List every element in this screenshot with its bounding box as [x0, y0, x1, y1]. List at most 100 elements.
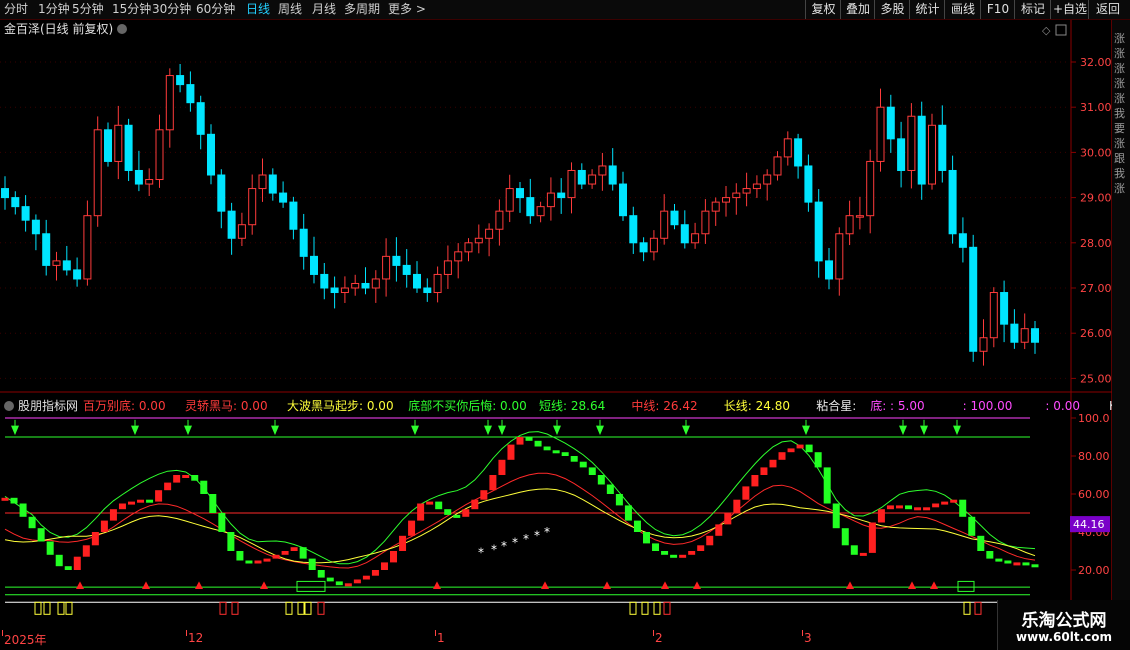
oscillator-bar [55, 554, 63, 567]
candle-body [413, 273, 421, 289]
star-marker: * [523, 532, 529, 546]
indicator-value-label: 中线: 26.42 [631, 398, 697, 413]
period-tab[interactable]: 30分钟 [152, 2, 191, 17]
oscillator-bar [543, 446, 551, 451]
oscillator-bar [941, 501, 949, 505]
oscillator-bar [308, 558, 316, 570]
candle-body [866, 160, 875, 217]
watermark-title: 乐淘公式网 [1021, 611, 1107, 631]
price-axis-label: 27.00 [1080, 282, 1112, 295]
candle-body [124, 124, 133, 171]
candle-body [392, 255, 401, 266]
oscillator-bar [191, 475, 199, 481]
oscillator-bar [173, 475, 181, 483]
price-axis-label: 32.00 [1080, 56, 1112, 69]
indicator-name: 股朋指标网 [18, 398, 78, 413]
candle-body [948, 169, 957, 235]
period-tab[interactable]: 1分钟 [38, 2, 70, 17]
current-value-text: 44.16 [1073, 518, 1105, 531]
indicator-value-label: 长线: 24.80 [724, 399, 790, 413]
period-tab[interactable]: 更多 > [388, 2, 426, 17]
oscillator-bar [290, 547, 298, 551]
period-tab[interactable]: 日线 [246, 2, 270, 17]
candle-body [732, 192, 741, 199]
toolbar-button[interactable]: 叠加 [840, 0, 875, 19]
date-axis-label: 2025年 [4, 633, 47, 647]
period-tab[interactable]: 5分钟 [72, 2, 104, 17]
oscillator-bar [164, 482, 172, 491]
toolbar-button[interactable]: 返回 [1088, 0, 1127, 19]
candle-body [289, 201, 298, 230]
candle-body [619, 183, 627, 217]
toolbar-button[interactable]: F10 [980, 0, 1015, 19]
oscillator-bar [968, 516, 976, 536]
candle-body [835, 233, 844, 280]
period-tab[interactable]: 周线 [278, 2, 302, 17]
oscillator-bar [706, 535, 714, 546]
candle-body [804, 165, 813, 203]
candle-body [979, 337, 988, 352]
oscillator-bar [489, 475, 497, 491]
oscillator-bar [841, 528, 849, 546]
candle-body [454, 251, 463, 262]
side-strip-char: 要 [1114, 122, 1125, 135]
date-axis-label: 2 [655, 631, 663, 645]
candle-body [310, 255, 318, 275]
oscillator-bar [299, 547, 307, 559]
star-marker: * [544, 525, 550, 539]
oscillator-bar [182, 475, 190, 478]
candle-body [423, 287, 432, 294]
candle-body [546, 192, 555, 208]
toolbar-button[interactable]: +自选 [1050, 0, 1089, 19]
oscillator-bar [127, 501, 135, 505]
candle-body [814, 201, 823, 262]
oscillator-bar [742, 486, 750, 500]
oscillator-bar [778, 452, 786, 460]
indicator-axis-label: 100.0 [1078, 412, 1110, 425]
date-axis-label: 1 [437, 631, 445, 645]
star-marker: * [501, 539, 507, 553]
oscillator-bar [670, 554, 678, 558]
oscillator-bar [579, 461, 587, 468]
side-strip: 涨涨涨涨涨我要涨跟我涨 [1111, 20, 1130, 630]
toolbar-button[interactable]: 画线 [944, 0, 981, 19]
oscillator-bar [417, 503, 425, 521]
candle-body [176, 75, 185, 86]
candle-body [907, 115, 916, 171]
oscillator-bar [868, 522, 876, 553]
oscillator-bar [399, 535, 407, 551]
dropdown-icon [117, 24, 127, 34]
oscillator-bar [588, 467, 596, 475]
oscillator-bar [236, 551, 244, 561]
candle-body [464, 242, 473, 253]
toolbar-button[interactable]: 标记 [1014, 0, 1051, 19]
oscillator-bar [118, 503, 126, 510]
oscillator-bar [733, 499, 741, 513]
candle-body [577, 169, 586, 185]
oscillator-bar [769, 459, 777, 468]
toolbar-button[interactable]: 统计 [909, 0, 945, 19]
oscillator-bar [977, 535, 985, 551]
indicator-axis-label: 20.00 [1078, 564, 1110, 577]
period-tab[interactable]: 60分钟 [196, 2, 235, 17]
oscillator-bar [28, 516, 36, 529]
period-tab[interactable]: 多周期 [344, 2, 380, 17]
oscillator-bar [552, 450, 560, 454]
oscillator-bar [326, 577, 334, 582]
period-tab[interactable]: 月线 [312, 2, 336, 17]
chart-area: 金百泽(日线 前复权) ◇ 32.00 31.00 30.00 29.00 28.00 27.… [0, 20, 1112, 630]
side-strip-char: 涨 [1114, 182, 1125, 195]
candle-body [299, 228, 308, 257]
candle-body [52, 260, 61, 266]
candle-body [752, 183, 761, 190]
period-tab[interactable]: 15分钟 [112, 2, 151, 17]
side-strip-char: 我 [1114, 107, 1125, 120]
toolbar-button[interactable]: 复权 [805, 0, 841, 19]
toolbar-button[interactable]: 多股 [874, 0, 910, 19]
main-chart-title: 金百泽(日线 前复权) [4, 21, 113, 36]
period-tab[interactable]: 分时 [4, 2, 28, 17]
oscillator-bar [100, 520, 108, 532]
oscillator-bar [155, 490, 163, 502]
candle-body [1000, 292, 1009, 325]
indicator-axis-label: 60.00 [1078, 488, 1110, 501]
